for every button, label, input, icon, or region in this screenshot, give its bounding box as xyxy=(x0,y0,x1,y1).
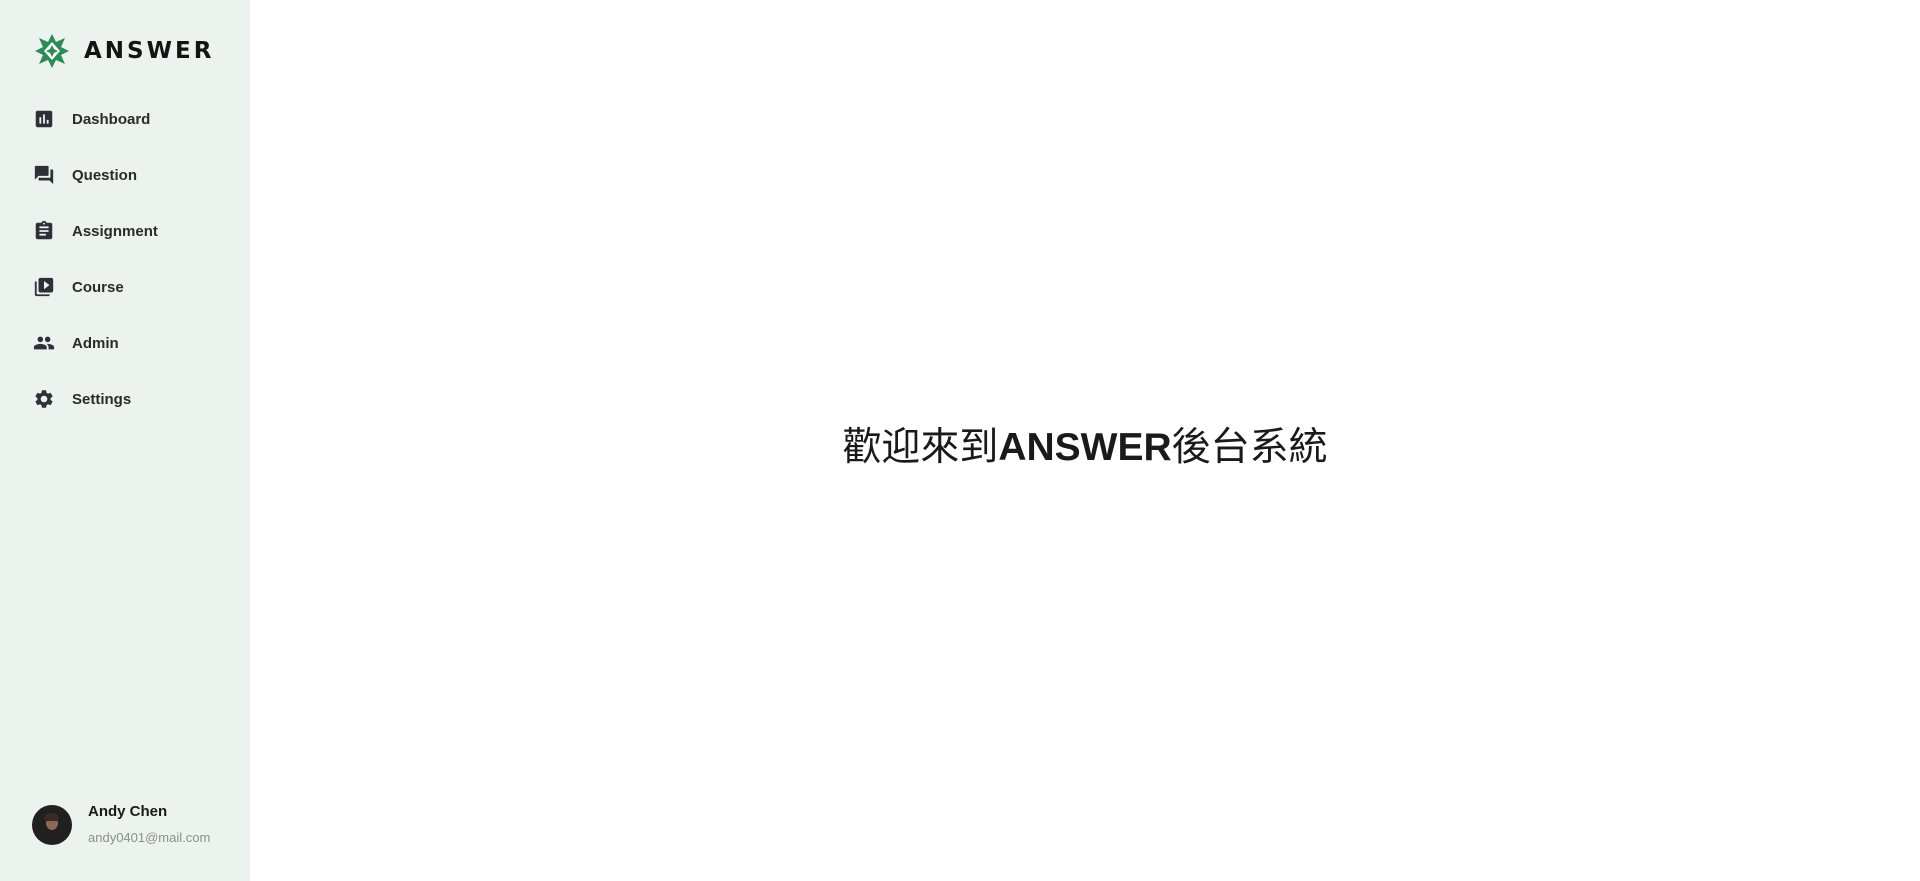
welcome-suffix: 後台系統 xyxy=(1171,425,1328,470)
sidebar-item-label: Admin xyxy=(72,334,119,352)
sidebar-item-label: Settings xyxy=(72,390,132,408)
sidebar-item-assignment[interactable]: Assignment xyxy=(0,203,250,259)
sidebar-item-question[interactable]: Question xyxy=(0,147,250,203)
gear-icon xyxy=(33,388,55,410)
people-icon xyxy=(33,332,55,354)
sidebar: ANSWER Dashboard Question Assignment Cou… xyxy=(0,0,250,881)
brand-logo-link[interactable]: ANSWER xyxy=(34,33,214,69)
brand-name: ANSWER xyxy=(84,38,215,64)
user-name: Andy Chen xyxy=(88,803,168,820)
avatar[interactable] xyxy=(32,805,72,845)
video-library-icon xyxy=(33,276,55,298)
bar-chart-icon xyxy=(33,108,55,130)
sidebar-item-dashboard[interactable]: Dashboard xyxy=(0,91,250,147)
sidebar-item-label: Dashboard xyxy=(72,110,151,128)
sidebar-nav: Dashboard Question Assignment Course Adm… xyxy=(0,91,250,427)
user-profile[interactable]: Andy Chen andy0401@mail.com xyxy=(32,803,210,845)
answer-logo-icon xyxy=(34,33,70,69)
forum-icon xyxy=(33,164,55,186)
sidebar-item-label: Assignment xyxy=(72,222,158,240)
welcome-prefix: 歡迎來到 xyxy=(842,425,999,470)
user-email: andy0401@mail.com xyxy=(88,830,211,845)
main-content: 歡迎來到ANSWER後台系統 xyxy=(250,0,1920,881)
app-root: ANSWER Dashboard Question Assignment Cou… xyxy=(0,0,1920,881)
welcome-brand: ANSWER xyxy=(998,426,1172,469)
sidebar-item-label: Question xyxy=(72,166,138,184)
sidebar-item-admin[interactable]: Admin xyxy=(0,315,250,371)
welcome-heading: 歡迎來到ANSWER後台系統 xyxy=(250,416,1920,472)
sidebar-item-label: Course xyxy=(72,278,124,296)
sidebar-item-course[interactable]: Course xyxy=(0,259,250,315)
user-info: Andy Chen andy0401@mail.com xyxy=(88,803,210,845)
sidebar-item-settings[interactable]: Settings xyxy=(0,371,250,427)
clipboard-icon xyxy=(33,220,55,242)
